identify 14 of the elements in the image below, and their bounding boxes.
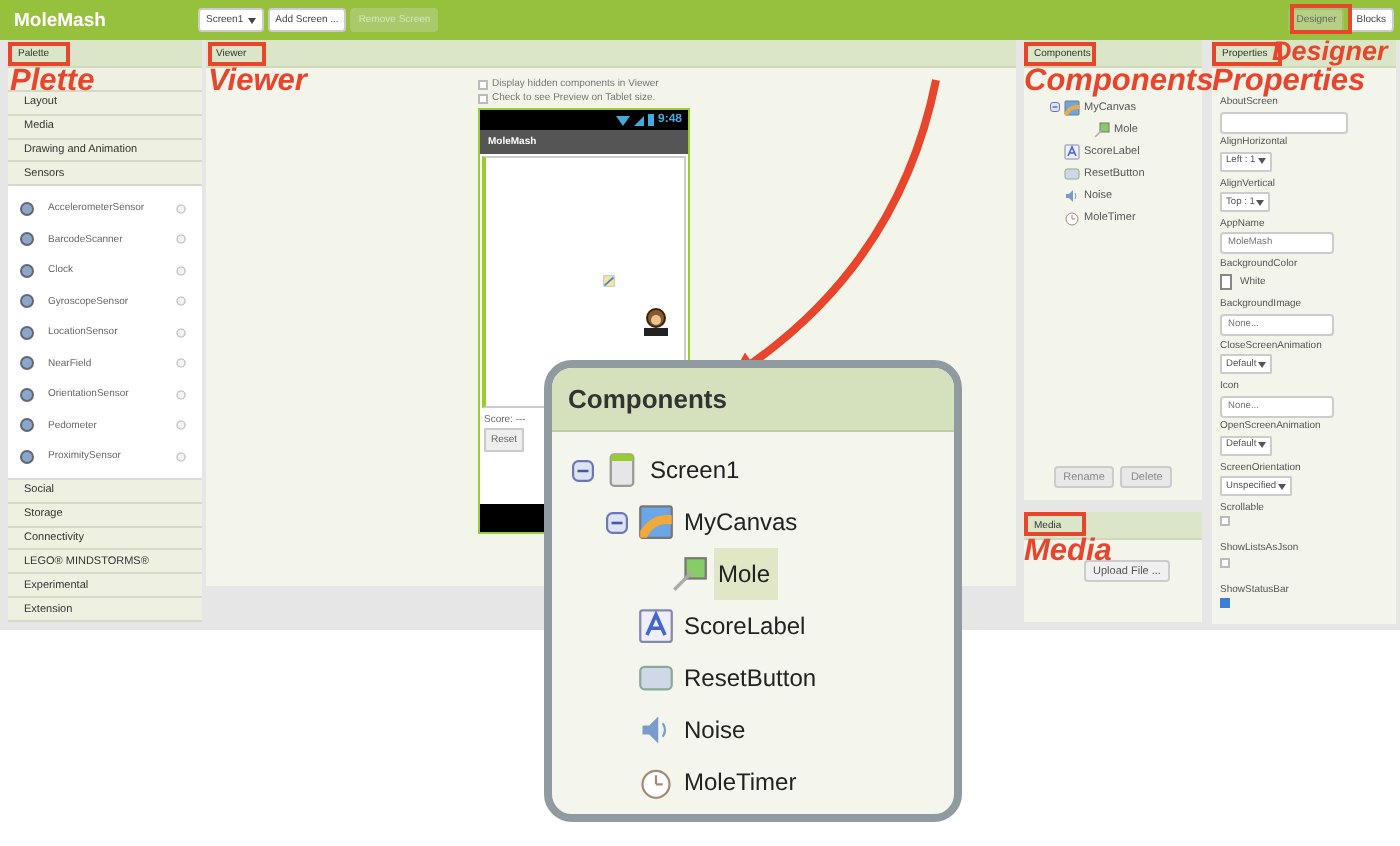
component-name[interactable]: ResetButton (684, 664, 825, 692)
app-title: MoleMash (14, 9, 108, 31)
callout-label: Components (1024, 68, 1214, 96)
component-name[interactable]: MoleTimer (684, 768, 805, 796)
component-name[interactable]: Screen1 (650, 456, 748, 484)
callout-label: Media (1024, 538, 1112, 566)
callout-label: Properties (1212, 68, 1366, 96)
component-name[interactable]: ScoreLabel (684, 612, 814, 640)
callout-label: Viewer (208, 68, 307, 96)
panel-title: Components (568, 384, 727, 414)
component-name[interactable]: MyCanvas (684, 508, 806, 536)
callout-label: Plette (10, 68, 95, 96)
component-name[interactable]: Noise (684, 716, 754, 744)
component-name[interactable]: Mole (714, 548, 779, 600)
